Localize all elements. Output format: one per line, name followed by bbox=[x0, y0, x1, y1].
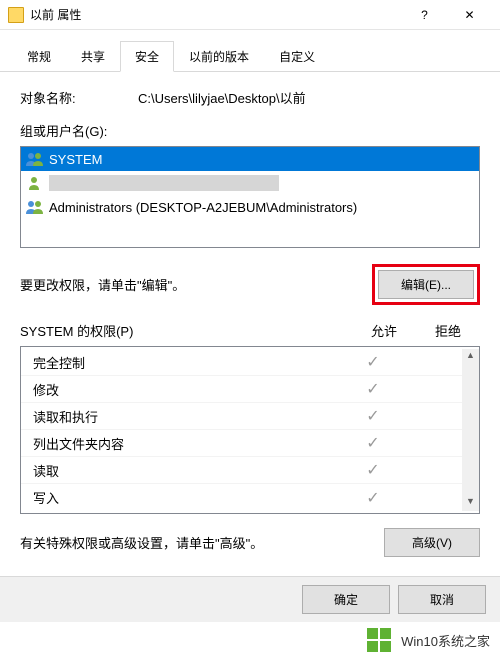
perm-name: 列出文件夹内容 bbox=[33, 434, 346, 453]
table-row[interactable]: 写入 ✓ bbox=[21, 484, 462, 511]
perm-name: 读取和执行 bbox=[33, 407, 346, 426]
table-row[interactable]: 修改 ✓ bbox=[21, 376, 462, 403]
table-row[interactable]: 读取 ✓ bbox=[21, 457, 462, 484]
check-icon: ✓ bbox=[346, 433, 400, 453]
allow-header: 允许 bbox=[352, 321, 416, 340]
advanced-button[interactable]: 高级(V) bbox=[384, 528, 480, 557]
cancel-button[interactable]: 取消 bbox=[398, 585, 486, 614]
tab-customize[interactable]: 自定义 bbox=[264, 41, 330, 72]
perm-name: 写入 bbox=[33, 488, 346, 507]
ok-button[interactable]: 确定 bbox=[302, 585, 390, 614]
windows-logo-icon bbox=[367, 628, 391, 652]
check-icon: ✓ bbox=[346, 379, 400, 399]
edit-button[interactable]: 编辑(E)... bbox=[378, 270, 474, 299]
scroll-down-icon[interactable]: ▼ bbox=[466, 496, 475, 510]
list-item-label: Administrators (DESKTOP-A2JEBUM\Administ… bbox=[49, 200, 357, 215]
users-icon bbox=[25, 151, 45, 167]
tab-security[interactable]: 安全 bbox=[120, 41, 174, 72]
titlebar: 以前 属性 ? ✕ bbox=[0, 0, 500, 30]
check-icon: ✓ bbox=[346, 352, 400, 372]
tab-general[interactable]: 常规 bbox=[12, 41, 66, 72]
help-button[interactable]: ? bbox=[402, 1, 447, 29]
edit-highlight: 编辑(E)... bbox=[372, 264, 480, 305]
permissions-label: SYSTEM 的权限(P) bbox=[20, 321, 352, 340]
list-item[interactable]: SYSTEM bbox=[21, 147, 479, 171]
table-row[interactable]: 完全控制 ✓ bbox=[21, 349, 462, 376]
table-row[interactable]: 列出文件夹内容 ✓ bbox=[21, 430, 462, 457]
tab-previous-versions[interactable]: 以前的版本 bbox=[174, 41, 264, 72]
check-icon: ✓ bbox=[346, 488, 400, 508]
deny-header: 拒绝 bbox=[416, 321, 480, 340]
advanced-hint-text: 有关特殊权限或高级设置，请单击"高级"。 bbox=[20, 533, 384, 552]
groups-label: 组或用户名(G): bbox=[20, 121, 480, 140]
dialog-buttons: 确定 取消 bbox=[0, 576, 500, 622]
scrollbar[interactable]: ▲ ▼ bbox=[462, 349, 479, 511]
table-row[interactable]: 读取和执行 ✓ bbox=[21, 403, 462, 430]
edit-hint-text: 要更改权限，请单击"编辑"。 bbox=[20, 275, 372, 294]
folder-icon bbox=[8, 7, 24, 23]
users-icon bbox=[25, 199, 45, 215]
list-item-label: SYSTEM bbox=[49, 152, 102, 167]
object-name-value: C:\Users\lilyjae\Desktop\以前 bbox=[98, 88, 480, 107]
check-icon: ✓ bbox=[346, 460, 400, 480]
object-name-label: 对象名称: bbox=[20, 88, 98, 107]
tab-bar: 常规 共享 安全 以前的版本 自定义 bbox=[0, 30, 500, 72]
close-button[interactable]: ✕ bbox=[447, 1, 492, 29]
check-icon: ✓ bbox=[346, 406, 400, 426]
perm-name: 修改 bbox=[33, 380, 346, 399]
groups-listbox[interactable]: SYSTEM Administrators (DESKTOP-A2JEBUM\A… bbox=[20, 146, 480, 248]
list-item[interactable]: Administrators (DESKTOP-A2JEBUM\Administ… bbox=[21, 195, 479, 219]
list-item-label bbox=[49, 175, 279, 191]
permissions-table: 完全控制 ✓ 修改 ✓ 读取和执行 ✓ 列出文件夹内容 ✓ bbox=[20, 346, 480, 514]
perm-name: 读取 bbox=[33, 461, 346, 480]
tab-sharing[interactable]: 共享 bbox=[66, 41, 120, 72]
watermark: Win10系统之家 bbox=[0, 622, 500, 658]
user-icon bbox=[25, 175, 45, 191]
footer-text: Win10系统之家 bbox=[401, 631, 490, 650]
list-item[interactable] bbox=[21, 171, 479, 195]
window-title: 以前 属性 bbox=[30, 6, 402, 23]
scroll-up-icon[interactable]: ▲ bbox=[466, 350, 475, 364]
perm-name: 完全控制 bbox=[33, 353, 346, 372]
